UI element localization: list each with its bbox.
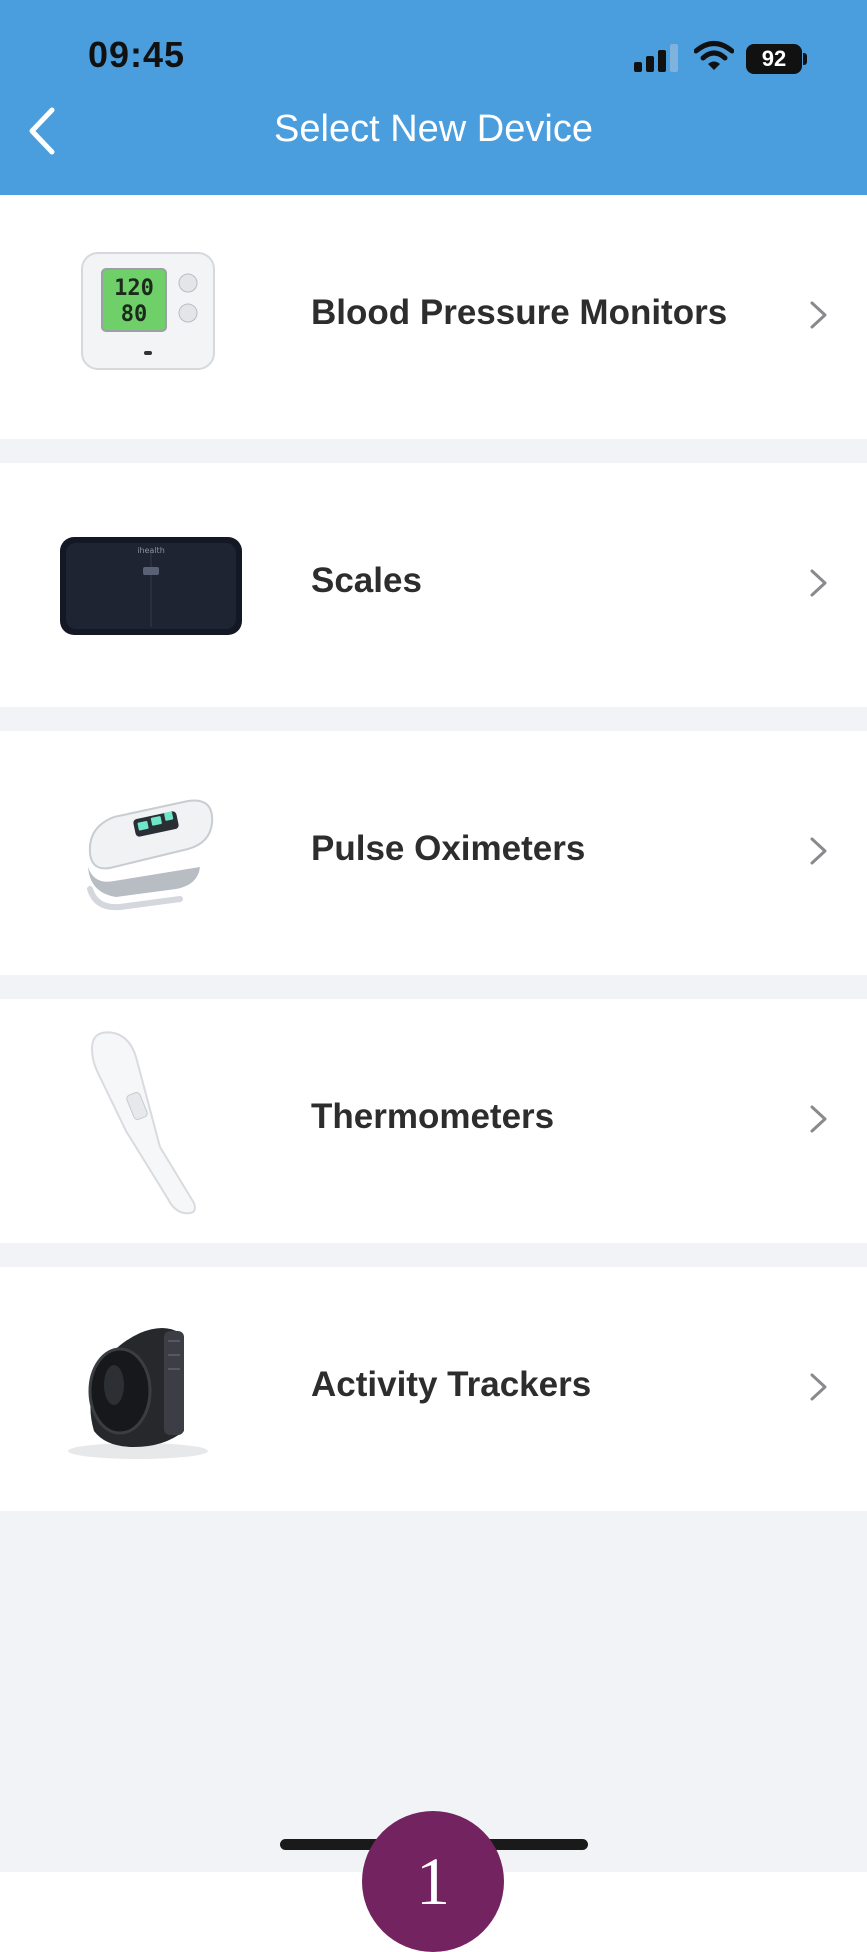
svg-text:ihealth: ihealth — [137, 546, 165, 555]
blood-pressure-monitor-image: 120 80 — [81, 252, 215, 370]
wifi-icon — [694, 41, 734, 70]
device-row-thermometers[interactable]: Thermometers — [0, 999, 867, 1243]
bp-systolic-reading: 120 — [114, 276, 154, 301]
device-row-activity-trackers[interactable]: Activity Trackers — [0, 1267, 867, 1511]
bp-diastolic-reading: 80 — [121, 302, 148, 327]
device-row-label: Activity Trackers — [311, 1365, 592, 1404]
battery-level: 92 — [761, 46, 787, 71]
smart-scale-image: ihealth — [60, 537, 242, 635]
chevron-right-icon — [810, 569, 827, 597]
pulse-oximeter-image — [87, 799, 214, 911]
cellular-signal-icon — [634, 44, 678, 72]
chevron-right-icon — [810, 837, 827, 865]
app-header: 09:45 92 Select New Device — [0, 0, 867, 195]
device-row-scales[interactable]: ihealth Scales — [0, 463, 867, 707]
device-row-blood-pressure-monitors[interactable]: 120 80 Blood Pressure Monitors — [0, 195, 867, 439]
activity-tracker-image — [68, 1328, 208, 1459]
battery-icon: 92 — [746, 44, 802, 74]
chevron-right-icon — [810, 1105, 827, 1133]
thermometer-image — [90, 1031, 196, 1215]
device-row-label: Pulse Oximeters — [311, 829, 586, 868]
chevron-right-icon — [810, 301, 827, 329]
step-number-badge: 1 — [362, 1811, 504, 1952]
device-row-pulse-oximeters[interactable]: Pulse Oximeters — [0, 731, 867, 975]
device-row-label: Thermometers — [311, 1097, 555, 1136]
chevron-right-icon — [810, 1373, 827, 1401]
battery-tip — [803, 53, 807, 65]
device-row-label: Blood Pressure Monitors — [311, 293, 728, 332]
status-time: 09:45 — [88, 34, 186, 75]
page-title: Select New Device — [274, 108, 593, 150]
device-row-label: Scales — [311, 561, 422, 600]
